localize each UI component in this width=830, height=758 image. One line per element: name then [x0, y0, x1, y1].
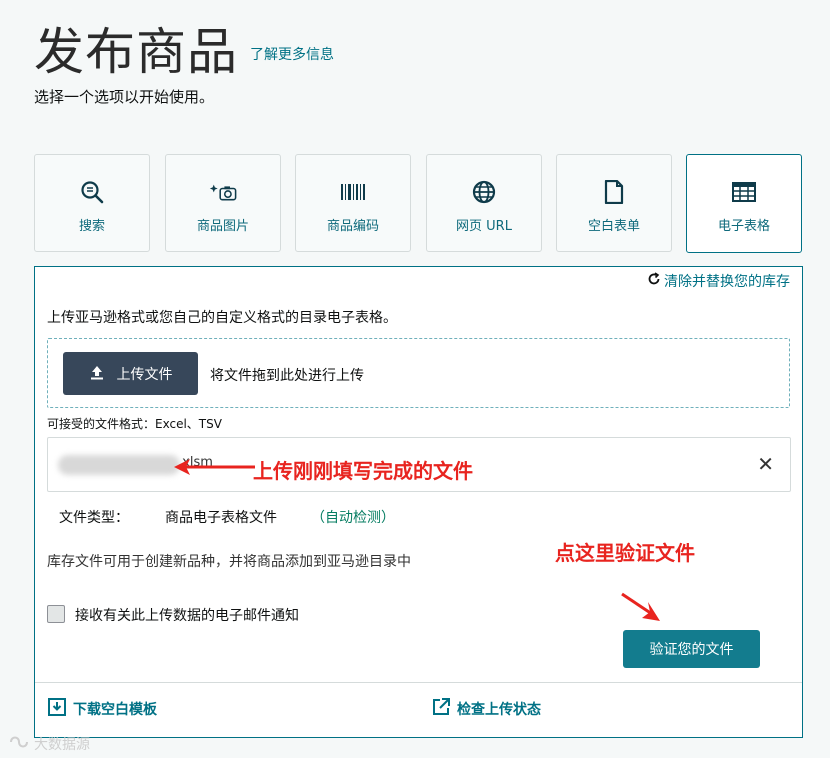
- download-icon: [47, 697, 67, 721]
- accepted-formats-text: 可接受的文件格式：Excel、TSV: [47, 417, 222, 431]
- tile-search[interactable]: 搜索: [34, 154, 150, 252]
- tile-label: 商品图片: [196, 219, 249, 234]
- check-upload-status-link[interactable]: 检查上传状态: [431, 697, 541, 721]
- tile-product-code[interactable]: 商品编码: [295, 154, 411, 252]
- camera-icon: [209, 179, 237, 205]
- clear-link-label: 清除并替换您的库存: [664, 274, 790, 290]
- search-icon: [78, 179, 106, 205]
- globe-icon: [470, 179, 498, 205]
- refresh-icon: [647, 272, 661, 290]
- annotation-upload-hint: 上传刚刚填写完成的文件: [253, 459, 473, 483]
- watermark: 大数据源: [8, 734, 90, 754]
- file-type-auto-detected: （自动检测）: [311, 510, 395, 526]
- spreadsheet-icon: [730, 179, 758, 205]
- upload-button-label: 上传文件: [116, 366, 173, 383]
- inventory-note: 库存文件可用于创建新品种，并将商品添加到亚马逊目录中: [47, 554, 411, 570]
- upload-icon: [89, 364, 105, 384]
- spreadsheet-upload-panel: 清除并替换您的库存 上传亚马逊格式或您自己的自定义格式的目录电子表格。 上传文件…: [34, 266, 803, 738]
- learn-more-link[interactable]: 了解更多信息: [250, 44, 334, 64]
- email-notification-label[interactable]: 接收有关此上传数据的电子邮件通知: [75, 605, 299, 625]
- panel-description: 上传亚马逊格式或您自己的自定义格式的目录电子表格。: [47, 310, 397, 326]
- file-dropzone[interactable]: 上传文件 将文件拖到此处进行上传: [47, 338, 790, 408]
- verify-file-button[interactable]: 验证您的文件: [623, 630, 760, 668]
- file-type-value: 商品电子表格文件: [165, 510, 277, 526]
- tile-web-url[interactable]: 网页 URL: [426, 154, 542, 252]
- tile-label: 空白表单: [587, 219, 640, 234]
- clear-replace-inventory-link[interactable]: 清除并替换您的库存: [647, 271, 790, 291]
- external-link-icon: [431, 697, 451, 721]
- download-template-label: 下载空白模板: [73, 702, 157, 718]
- annotation-arrow-upload: [174, 459, 255, 475]
- download-template-link[interactable]: 下载空白模板: [47, 697, 157, 721]
- barcode-icon: [339, 179, 367, 205]
- upload-file-button[interactable]: 上传文件: [63, 352, 198, 395]
- file-type-label: 文件类型：: [59, 510, 129, 526]
- tile-label: 电子表格: [717, 219, 770, 234]
- tile-blank-form[interactable]: 空白表单: [556, 154, 672, 252]
- annotation-verify-hint: 点这里验证文件: [555, 541, 695, 565]
- document-icon: [600, 179, 628, 205]
- drop-hint-text: 将文件拖到此处进行上传: [210, 368, 364, 384]
- remove-file-close-icon[interactable]: ✕: [757, 452, 774, 476]
- tile-label: 商品编码: [326, 219, 379, 234]
- watermark-text: 大数据源: [34, 737, 90, 753]
- annotation-arrow-verify: [621, 592, 660, 621]
- page-subtitle: 选择一个选项以开始使用。: [34, 88, 215, 106]
- email-notification-checkbox[interactable]: [47, 605, 65, 623]
- panel-divider: [35, 682, 802, 683]
- tile-label: 网页 URL: [456, 219, 512, 234]
- tile-product-image[interactable]: 商品图片: [165, 154, 281, 252]
- watermark-logo-icon: [8, 734, 30, 754]
- blurred-file-name: [58, 455, 180, 475]
- page-title: 发布商品: [34, 23, 238, 81]
- tile-label: 搜索: [78, 219, 105, 234]
- tile-spreadsheet[interactable]: 电子表格: [686, 154, 802, 253]
- check-status-label: 检查上传状态: [457, 702, 541, 718]
